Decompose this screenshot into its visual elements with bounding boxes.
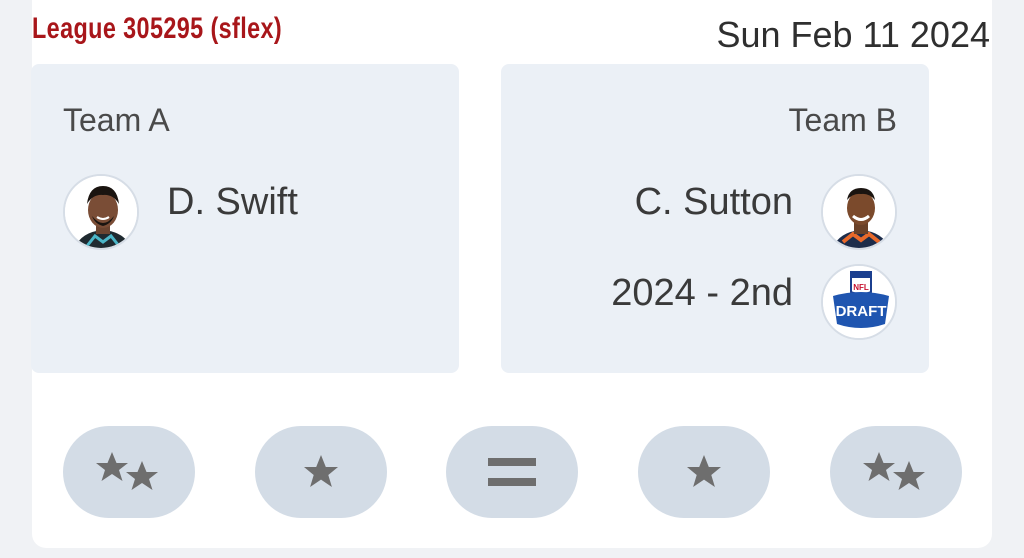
team-a-win-button[interactable]: [255, 426, 387, 518]
draft-pick-name[interactable]: 2024 - 2nd: [611, 272, 793, 315]
team-b-strong-win-button[interactable]: [830, 426, 962, 518]
player-headshot-icon: [821, 174, 897, 250]
team-a-label: Team A: [63, 102, 170, 138]
player-name[interactable]: D. Swift: [167, 181, 298, 224]
team-a-strong-win-button[interactable]: [63, 426, 195, 518]
team-a-panel: Team A D. Swift: [31, 64, 459, 373]
svg-text:DRAFT: DRAFT: [836, 303, 887, 320]
svg-text:NFL: NFL: [853, 283, 869, 292]
team-b-win-button[interactable]: [638, 426, 770, 518]
even-trade-button[interactable]: [446, 426, 578, 518]
double-star-icon: [96, 452, 158, 490]
player-name[interactable]: C. Sutton: [635, 181, 793, 224]
trade-date: Sun Feb 11 2024: [716, 14, 990, 55]
team-a-asset-1: D. Swift: [63, 174, 298, 250]
team-b-asset-1: C. Sutton: [635, 174, 897, 250]
nfl-draft-logo-icon: NFL DRAFT: [821, 264, 897, 340]
equal-icon: [488, 458, 536, 486]
star-icon: [304, 455, 338, 487]
double-star-icon: [863, 452, 925, 490]
team-b-asset-2: NFL DRAFT 2024 - 2nd: [611, 264, 897, 340]
team-b-panel: Team B C. Sutton NFL DRAFT 2024 - 2nd: [501, 64, 929, 373]
player-headshot-icon: [63, 174, 139, 250]
league-title[interactable]: League 305295 (sflex): [32, 12, 282, 46]
star-icon: [687, 455, 721, 487]
team-b-label: Team B: [788, 102, 897, 138]
